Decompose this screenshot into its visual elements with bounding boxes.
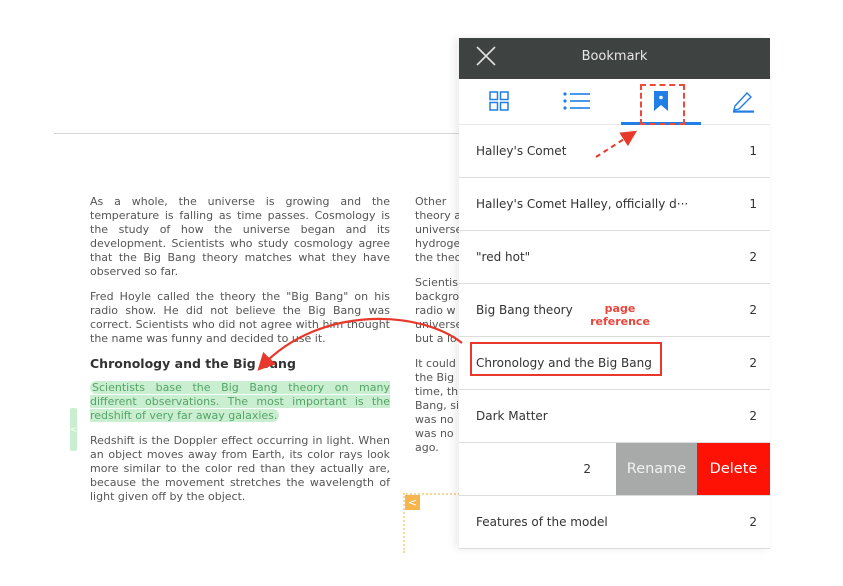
paragraph: Redshift is the Doppler effect occurring… — [90, 434, 390, 503]
tab-notes[interactable] — [729, 89, 757, 113]
tab-bookmark[interactable] — [647, 89, 675, 113]
bookmark-page: 2 — [749, 356, 757, 370]
bookmark-label: Halley's Comet — [476, 144, 567, 158]
bookmark-label: Dark Matter — [476, 409, 548, 423]
bookmark-label: Chronology and the Big Bang — [476, 356, 652, 370]
bookmark-label: "red hot" — [476, 250, 531, 264]
bookmark-label: Halley's Comet Halley, officially d··· — [476, 197, 689, 211]
grid-icon — [489, 91, 509, 111]
section-heading: Chronology and the Big Bang — [90, 356, 296, 371]
bookmark-page: 1 — [749, 144, 757, 158]
highlighted-text[interactable]: Scientists base the Big Bang theory on m… — [90, 381, 390, 422]
bookmark-item[interactable]: "red hot" 2 — [459, 231, 770, 284]
collapse-panel-button[interactable]: < — [405, 495, 420, 510]
bookmark-item[interactable]: Halley's Comet Halley, officially d··· 1 — [459, 178, 770, 231]
bookmark-panel: Bookmark Halley's Comet 1 Halley's Comet… — [459, 38, 770, 549]
callout-text: page — [604, 302, 636, 315]
callout-text: reference — [590, 315, 650, 328]
bookmark-icon — [654, 91, 668, 111]
paragraph-fragment: Other theory a universe hydroge the theo — [415, 195, 463, 264]
tab-contents[interactable] — [563, 89, 591, 113]
bookmark-list: Halley's Comet 1 Halley's Comet Halley, … — [459, 125, 770, 548]
paragraph-fragment: It could the Big time, th Bang, si was no was… — [415, 357, 460, 454]
book-left-column: As a whole, the universe is growing and … — [90, 195, 390, 515]
bookmark-page: 2 — [749, 409, 757, 423]
bookmark-page: 2 — [749, 303, 757, 317]
bookmark-item[interactable]: Dark Matter 2 — [459, 390, 770, 443]
bookmark-page: 2 — [749, 250, 757, 264]
delete-button[interactable]: Delete — [697, 443, 770, 495]
paragraph: Fred Hoyle called the theory the "Big Ba… — [90, 290, 390, 345]
bookmark-page: 2 — [749, 515, 757, 529]
rename-button[interactable]: Rename — [616, 443, 697, 495]
chevron-left-icon: < — [70, 425, 77, 434]
panel-title: Bookmark — [581, 49, 648, 64]
bookmark-item[interactable]: Halley's Comet 1 — [459, 125, 770, 178]
page-header-rule — [54, 133, 460, 134]
bookmark-page: 1 — [749, 197, 757, 211]
paragraph: As a whole, the universe is growing and … — [90, 195, 390, 278]
bookmark-page: 2 — [583, 462, 591, 476]
list-icon — [563, 92, 590, 110]
bookmark-label: Features of the model — [476, 515, 608, 529]
bookmark-item[interactable]: Features of the model 2 — [459, 496, 770, 548]
pencil-icon — [733, 91, 754, 113]
chevron-left-icon: < — [407, 496, 418, 509]
tab-thumbnails[interactable] — [485, 89, 513, 113]
paragraph-fragment: Scientis backgro radio w universe but a lo — [415, 276, 463, 345]
panel-header: Bookmark — [459, 38, 770, 79]
panel-tabs — [459, 79, 770, 125]
page-reference-callout: page reference — [590, 302, 650, 328]
highlight-handle[interactable]: < — [70, 408, 77, 451]
book-right-column: Other theory a universe hydroge the theo Sci… — [415, 195, 465, 466]
bookmark-item-swiped[interactable]: 2 Rename Delete — [459, 443, 770, 496]
bookmark-item[interactable]: Chronology and the Big Bang 2 — [459, 337, 770, 390]
